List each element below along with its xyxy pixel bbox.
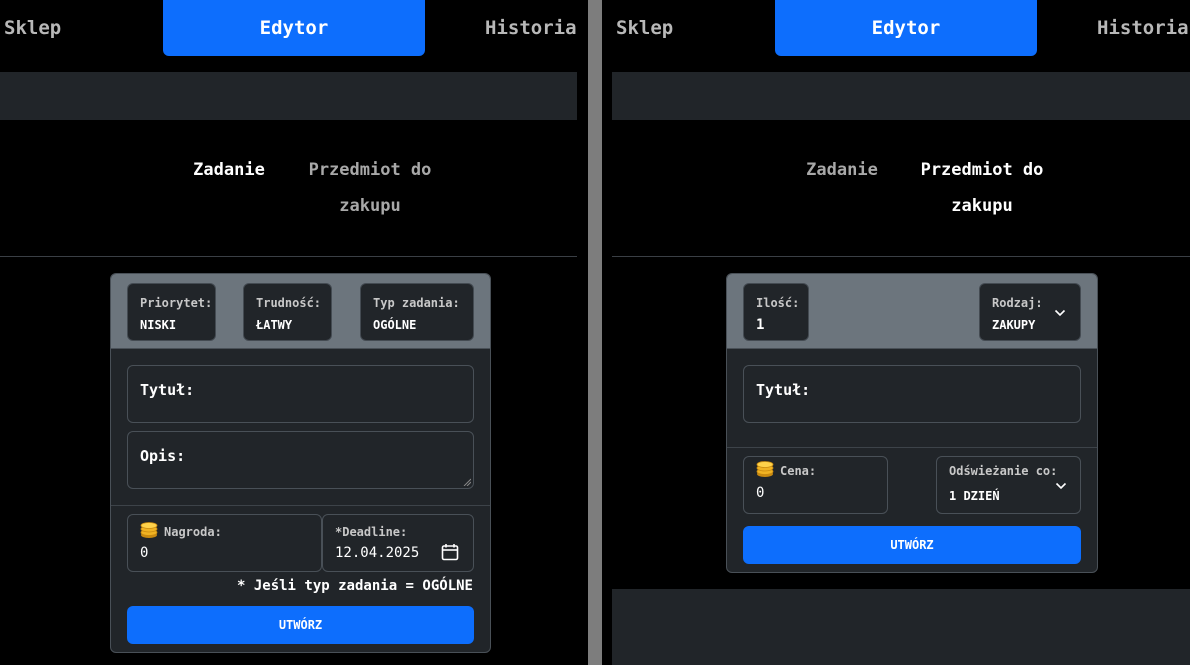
coin-stack-icon: [756, 461, 774, 477]
calendar-icon[interactable]: [441, 543, 459, 561]
task-form-header: Priorytet: NISKI Trudność: ŁATWY Typ zad…: [111, 274, 490, 349]
resize-grip-icon[interactable]: [463, 478, 471, 486]
nav-editor[interactable]: Edytor: [775, 0, 1037, 56]
task-type-select[interactable]: Typ zadania: OGÓLNE: [360, 283, 474, 341]
chevron-down-icon: [1055, 482, 1067, 490]
price-input[interactable]: Cena: 0: [743, 456, 888, 514]
tab-item-line1[interactable]: Przedmiot do: [912, 152, 1052, 188]
create-task-button[interactable]: UTWÓRZ: [127, 606, 474, 644]
quantity-input[interactable]: Ilość: 1: [743, 283, 809, 341]
reward-input[interactable]: Nagroda: 0: [127, 514, 322, 572]
nav-editor[interactable]: Edytor: [163, 0, 425, 56]
task-type-footnote: * Jeśli typ zadania = OGÓLNE: [236, 578, 473, 594]
reward-value: 0: [140, 545, 149, 561]
form-separator: [727, 447, 1097, 448]
toolbar-strip: [612, 72, 1190, 120]
editor-tabs: Zadanie Przedmiot do zakupu: [612, 120, 1190, 257]
panel-divider: [588, 0, 602, 665]
refresh-interval-select[interactable]: Odświeżanie co: 1 DZIEŃ: [936, 456, 1081, 514]
nav-shop[interactable]: Sklep: [4, 0, 61, 56]
reward-label: Nagroda:: [164, 525, 222, 539]
description-label: Opis:: [140, 447, 186, 465]
price-label: Cena:: [780, 464, 817, 478]
tab-item-line1[interactable]: Przedmiot do: [300, 152, 440, 188]
nav-history[interactable]: Historia: [485, 0, 577, 56]
top-nav: Sklep Edytor Historia: [0, 0, 588, 72]
item-title-input[interactable]: Tytuł:: [743, 365, 1081, 423]
tab-item-line2[interactable]: zakupu: [300, 188, 440, 224]
create-item-button[interactable]: UTWÓRZ: [743, 526, 1081, 564]
description-textarea[interactable]: Opis:: [127, 431, 474, 489]
nav-shop[interactable]: Sklep: [616, 0, 673, 56]
refresh-label: Odświeżanie co:: [949, 464, 1058, 478]
deadline-date-input[interactable]: *Deadline: 12.04.2025: [322, 514, 474, 572]
task-form-card: Priorytet: NISKI Trudność: ŁATWY Typ zad…: [110, 273, 491, 653]
priority-label: Priorytet:: [140, 296, 213, 310]
task-type-label: Typ zadania:: [373, 296, 460, 310]
toolbar-strip: [0, 72, 577, 120]
item-form-card: Ilość: 1 Rodzaj: ZAKUPY Tytuł: Cena: 0 O…: [726, 273, 1098, 573]
form-separator: [111, 505, 490, 506]
quantity-label: Ilość:: [756, 296, 800, 310]
left-panel: Sklep Edytor Historia Zadanie Przedmiot …: [0, 0, 588, 665]
quantity-value: 1: [756, 317, 765, 333]
kind-value: ZAKUPY: [992, 318, 1036, 332]
kind-label: Rodzaj:: [992, 296, 1043, 310]
top-nav: Sklep Edytor Historia: [602, 0, 1190, 72]
price-value: 0: [756, 485, 765, 501]
refresh-value: 1 DZIEŃ: [949, 489, 1000, 503]
nav-history[interactable]: Historia: [1097, 0, 1189, 56]
chevron-down-icon: [1054, 309, 1066, 317]
tab-task[interactable]: Zadanie: [782, 152, 902, 188]
difficulty-select[interactable]: Trudność: ŁATWY: [243, 283, 332, 341]
difficulty-label: Trudność:: [256, 296, 322, 310]
title-label: Tytuł:: [140, 381, 195, 399]
editor-tabs: Zadanie Przedmiot do zakupu: [0, 120, 577, 257]
right-panel: Sklep Edytor Historia Zadanie Przedmiot …: [602, 0, 1190, 665]
difficulty-value: ŁATWY: [256, 318, 293, 332]
title-input[interactable]: Tytuł:: [127, 365, 474, 423]
kind-select[interactable]: Rodzaj: ZAKUPY: [979, 283, 1081, 341]
deadline-label: *Deadline:: [335, 525, 408, 539]
tab-task[interactable]: Zadanie: [170, 152, 288, 188]
item-form-header: Ilość: 1 Rodzaj: ZAKUPY: [727, 274, 1097, 349]
coin-stack-icon: [140, 522, 158, 538]
item-title-label: Tytuł:: [756, 381, 811, 399]
priority-value: NISKI: [140, 318, 177, 332]
deadline-value: 12.04.2025: [335, 545, 420, 561]
tab-item-line2[interactable]: zakupu: [912, 188, 1052, 224]
bottom-strip: [612, 589, 1190, 665]
task-type-value: OGÓLNE: [373, 318, 417, 332]
priority-select[interactable]: Priorytet: NISKI: [127, 283, 216, 341]
